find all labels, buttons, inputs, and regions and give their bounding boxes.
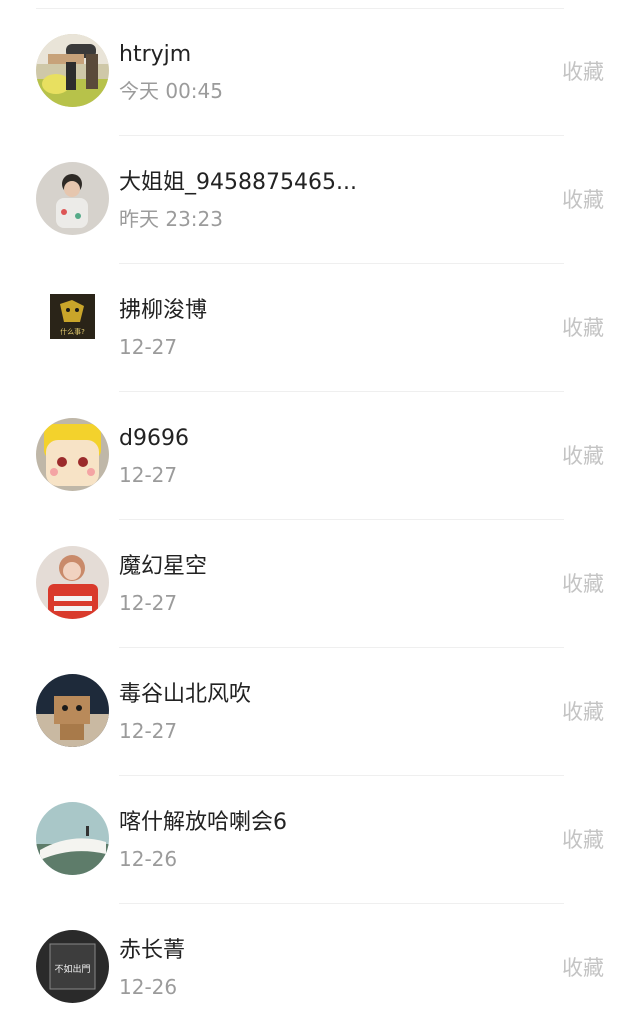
user-name: 拂柳浚博 (119, 298, 208, 323)
list-item[interactable]: 不如出門 赤长菁 12-26 收藏 (0, 904, 640, 1013)
avatar-photo-person-icon[interactable] (36, 34, 109, 107)
avatar-photo-child-icon[interactable] (36, 162, 109, 235)
timestamp: 12-26 (119, 847, 178, 871)
list-item[interactable]: 大姐姐_9458875465... 昨天 23:23 收藏 (0, 136, 640, 264)
timestamp: 12-26 (119, 975, 178, 999)
avatar-caption: 什么事? (60, 327, 85, 336)
avatar-photo-girl-icon[interactable] (36, 546, 109, 619)
avatar-caption: 不如出門 (54, 963, 90, 975)
list-item[interactable]: d9696 12-27 收藏 (0, 392, 640, 520)
favorite-button[interactable]: 收藏 (562, 186, 604, 214)
user-name: 毒谷山北风吹 (119, 682, 252, 707)
user-name: 喀什解放哈喇会6 (119, 810, 287, 835)
list-item[interactable]: 喀什解放哈喇会6 12-26 收藏 (0, 776, 640, 904)
favorite-button[interactable]: 收藏 (562, 314, 604, 342)
user-name: 魔幻星空 (119, 554, 208, 579)
list-item[interactable]: 魔幻星空 12-27 收藏 (0, 520, 640, 648)
list-item[interactable]: 毒谷山北风吹 12-27 收藏 (0, 648, 640, 776)
user-name: 赤长菁 (119, 938, 186, 963)
list-item[interactable]: 什么事? 拂柳浚博 12-27 收藏 (0, 264, 640, 392)
user-name: d9696 (119, 426, 189, 451)
avatar-landscape-icon[interactable] (36, 802, 109, 875)
favorite-button[interactable]: 收藏 (562, 442, 604, 470)
avatar-calligraphy-icon[interactable]: 不如出門 (36, 930, 109, 1003)
timestamp: 12-27 (119, 591, 178, 615)
favorite-button[interactable]: 收藏 (562, 826, 604, 854)
favorite-button[interactable]: 收藏 (562, 570, 604, 598)
favorites-user-list: htryjm 今天 00:45 收藏 大姐姐_9458875465... 昨天 … (0, 0, 640, 1013)
timestamp: 12-27 (119, 335, 178, 359)
avatar-cartoon-square-icon[interactable]: 什么事? (50, 294, 95, 339)
timestamp: 12-27 (119, 719, 178, 743)
timestamp: 昨天 23:23 (119, 207, 223, 231)
user-name: 大姐姐_9458875465... (119, 170, 357, 195)
user-name: htryjm (119, 42, 192, 67)
timestamp: 12-27 (119, 463, 178, 487)
avatar-danbo-icon[interactable] (36, 674, 109, 747)
timestamp: 今天 00:45 (119, 79, 223, 103)
list-item[interactable]: htryjm 今天 00:45 收藏 (0, 8, 640, 136)
favorite-button[interactable]: 收藏 (562, 58, 604, 86)
favorite-button[interactable]: 收藏 (562, 954, 604, 982)
favorite-button[interactable]: 收藏 (562, 698, 604, 726)
avatar-cartoon-face-icon[interactable] (36, 418, 109, 491)
